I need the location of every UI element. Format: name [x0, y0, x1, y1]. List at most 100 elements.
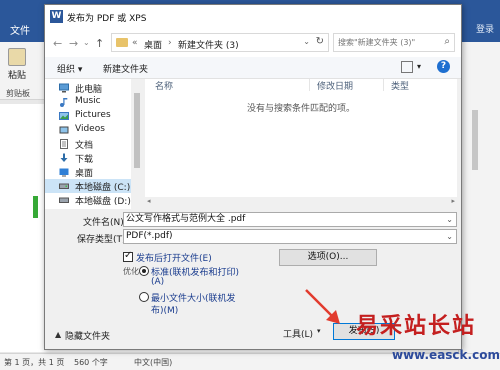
search-box[interactable]: ⌕	[333, 33, 455, 52]
download-icon	[60, 153, 68, 162]
videos-icon	[59, 126, 69, 134]
file-list[interactable]: 名称 修改日期 类型 没有与搜索条件匹配的项。	[145, 79, 457, 197]
column-name[interactable]: 名称	[155, 79, 173, 92]
nav-item-music[interactable]: Music	[45, 95, 131, 109]
nav-label: 本地磁盘 (D:)	[75, 197, 131, 207]
nav-item-drive-c[interactable]: 本地磁盘 (C:)	[45, 179, 131, 193]
view-dropdown-icon[interactable]: ▾	[417, 62, 421, 71]
paste-icon[interactable]	[8, 48, 26, 66]
file-hscrollbar[interactable]: ◂ ▸	[145, 197, 457, 207]
clipboard-label: 剪贴板	[6, 89, 30, 98]
scroll-right-icon[interactable]: ▸	[451, 197, 455, 205]
watermark-cn: 易采站长站	[356, 313, 477, 339]
search-input[interactable]	[338, 36, 434, 49]
nav-scrollbar[interactable]	[131, 79, 143, 209]
word-right-panel	[458, 42, 500, 353]
documents-icon	[60, 139, 68, 149]
word-icon: W	[50, 10, 63, 23]
tools-button[interactable]: 工具(L)	[283, 327, 313, 340]
word-scrollbar[interactable]	[472, 110, 478, 170]
filetype-dropdown-icon[interactable]: ⌄	[446, 230, 453, 243]
organize-button[interactable]: 组织 ▾	[57, 62, 82, 75]
chevron-down-icon[interactable]: ⌄	[83, 38, 90, 47]
nav-label: Music	[75, 96, 101, 106]
green-marker	[33, 196, 38, 218]
desktop-icon	[59, 168, 69, 177]
nav-item-this-pc[interactable]: 此电脑	[45, 81, 131, 95]
nav-label: 桌面	[75, 169, 94, 179]
optimize-minimum-key[interactable]: 布)(M)	[151, 303, 178, 316]
column-type[interactable]: 类型	[391, 79, 409, 92]
drive-icon	[59, 183, 69, 189]
tools-dropdown-icon[interactable]: ▾	[317, 327, 321, 335]
forward-arrow-icon[interactable]: →	[69, 37, 78, 50]
address-bar[interactable]: « 桌面 › 新建文件夹 (3) ⌄ ↻	[111, 33, 329, 52]
filename-field[interactable]: 公文写作格式与范例大全 .pdf ⌄	[123, 212, 457, 227]
help-icon[interactable]: ?	[437, 60, 450, 73]
nav-scroll-thumb[interactable]	[134, 93, 140, 168]
address-dropdown-icon[interactable]: ⌄	[303, 37, 310, 46]
filename-value: 公文写作格式与范例大全 .pdf	[126, 214, 246, 224]
dialog-title-bar: W 发布为 PDF 或 XPS	[45, 5, 461, 29]
nav-item-desktop[interactable]: 桌面	[45, 165, 131, 179]
column-date[interactable]: 修改日期	[317, 79, 353, 92]
nav-label: 文档	[75, 141, 94, 151]
open-after-publish-label[interactable]: 发布后打开文件(E)	[136, 251, 212, 264]
search-icon[interactable]: ⌕	[444, 36, 450, 47]
open-after-publish-checkbox[interactable]	[123, 250, 133, 262]
watermark-url: www.easck.com	[392, 348, 500, 362]
nav-item-videos[interactable]: Videos	[45, 123, 131, 137]
optimize-standard-key[interactable]: (A)	[151, 277, 164, 287]
watermark-logo: 易采站长站 www.easck.com	[356, 308, 500, 370]
status-page: 第 1 页，共 1 页	[4, 358, 65, 367]
command-bar: 组织 ▾ 新建文件夹 ▾ ?	[45, 57, 461, 79]
chevron-up-icon[interactable]: ▲	[55, 330, 61, 339]
new-folder-button[interactable]: 新建文件夹	[103, 62, 148, 75]
navigation-pane: 此电脑 Music Pictures Videos 文档 下载 桌面 本地磁盘	[45, 79, 143, 209]
pictures-icon	[59, 112, 69, 120]
drive-icon	[59, 197, 69, 203]
publish-dialog: W 发布为 PDF 或 XPS ← → ⌄ ↑ « 桌面 › 新建文件夹 (3)…	[44, 4, 462, 350]
column-separator	[309, 79, 310, 91]
breadcrumb-overflow[interactable]: «	[132, 38, 138, 48]
filetype-label: 保存类型(T):	[77, 235, 129, 245]
status-lang: 中文(中国)	[134, 358, 173, 367]
nav-item-documents[interactable]: 文档	[45, 137, 131, 151]
filetype-value: PDF(*.pdf)	[126, 231, 173, 241]
optimize-minimum-radio[interactable]	[139, 292, 149, 302]
nav-item-pictures[interactable]: Pictures	[45, 109, 131, 123]
nav-item-downloads[interactable]: 下载	[45, 151, 131, 165]
filename-dropdown-icon[interactable]: ⌄	[446, 213, 453, 226]
address-row: ← → ⌄ ↑ « 桌面 › 新建文件夹 (3) ⌄ ↻ ⌕	[45, 29, 461, 57]
scroll-left-icon[interactable]: ◂	[147, 197, 151, 205]
nav-label: Videos	[75, 124, 105, 134]
nav-label: 本地磁盘 (C:)	[75, 183, 131, 193]
word-file-tab[interactable]: 文件	[10, 22, 30, 37]
nav-label: 此电脑	[75, 85, 103, 95]
hide-folders-button[interactable]: 隐藏文件夹	[65, 329, 110, 342]
dialog-title: 发布为 PDF 或 XPS	[67, 14, 147, 24]
nav-item-drive-d[interactable]: 本地磁盘 (D:)	[45, 193, 131, 207]
back-arrow-icon[interactable]: ←	[53, 37, 62, 50]
paste-label[interactable]: 粘贴	[8, 68, 26, 81]
up-arrow-icon[interactable]: ↑	[95, 37, 104, 50]
music-icon	[60, 98, 68, 107]
folder-icon	[116, 38, 128, 47]
nav-label: Pictures	[75, 110, 111, 120]
pc-icon	[59, 83, 69, 93]
optimize-standard-label[interactable]: 标准(联机发布和打印)	[151, 265, 239, 278]
nav-label: 下载	[75, 155, 94, 165]
optimize-standard-radio[interactable]	[139, 266, 149, 276]
breadcrumb-folder[interactable]: 新建文件夹 (3)	[178, 38, 239, 51]
refresh-icon[interactable]: ↻	[316, 36, 324, 47]
empty-message: 没有与搜索条件匹配的项。	[246, 104, 355, 114]
word-login[interactable]: 登录	[476, 22, 494, 35]
filename-label: 文件名(N):	[83, 218, 127, 228]
breadcrumb-desktop[interactable]: 桌面	[144, 38, 162, 51]
filetype-select[interactable]: PDF(*.pdf) ⌄	[123, 229, 457, 244]
breadcrumb-sep: ›	[168, 38, 172, 48]
column-separator	[383, 79, 384, 91]
options-button[interactable]: 选项(O)...	[279, 249, 377, 266]
view-options-icon[interactable]	[401, 61, 413, 73]
status-words: 560 个字	[74, 358, 108, 367]
